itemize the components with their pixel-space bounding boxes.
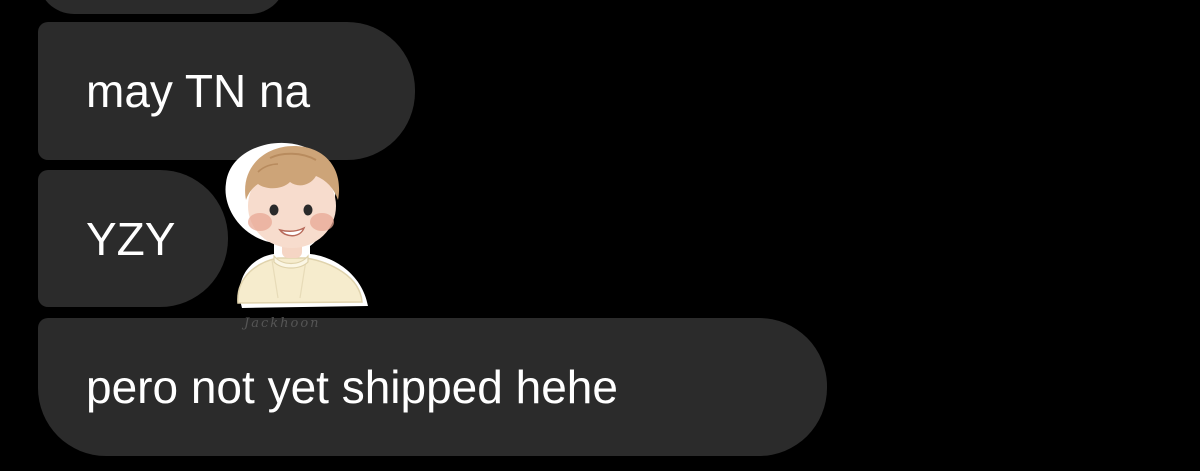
sticker-signature: Jackhoon [244,316,321,331]
sticker-reaction[interactable]: Jackhoon [212,138,372,338]
message-bubble[interactable]: pero not yet shipped hehe [38,318,827,456]
message-text: may TN na [86,65,311,117]
message-bubble[interactable]: YZY [38,170,228,307]
message-text: YZY [86,212,176,265]
message-text: pero not yet shipped hehe [86,361,618,413]
boy-avatar-sticker-icon [225,142,368,308]
previous-message-bubble[interactable] [38,0,286,14]
